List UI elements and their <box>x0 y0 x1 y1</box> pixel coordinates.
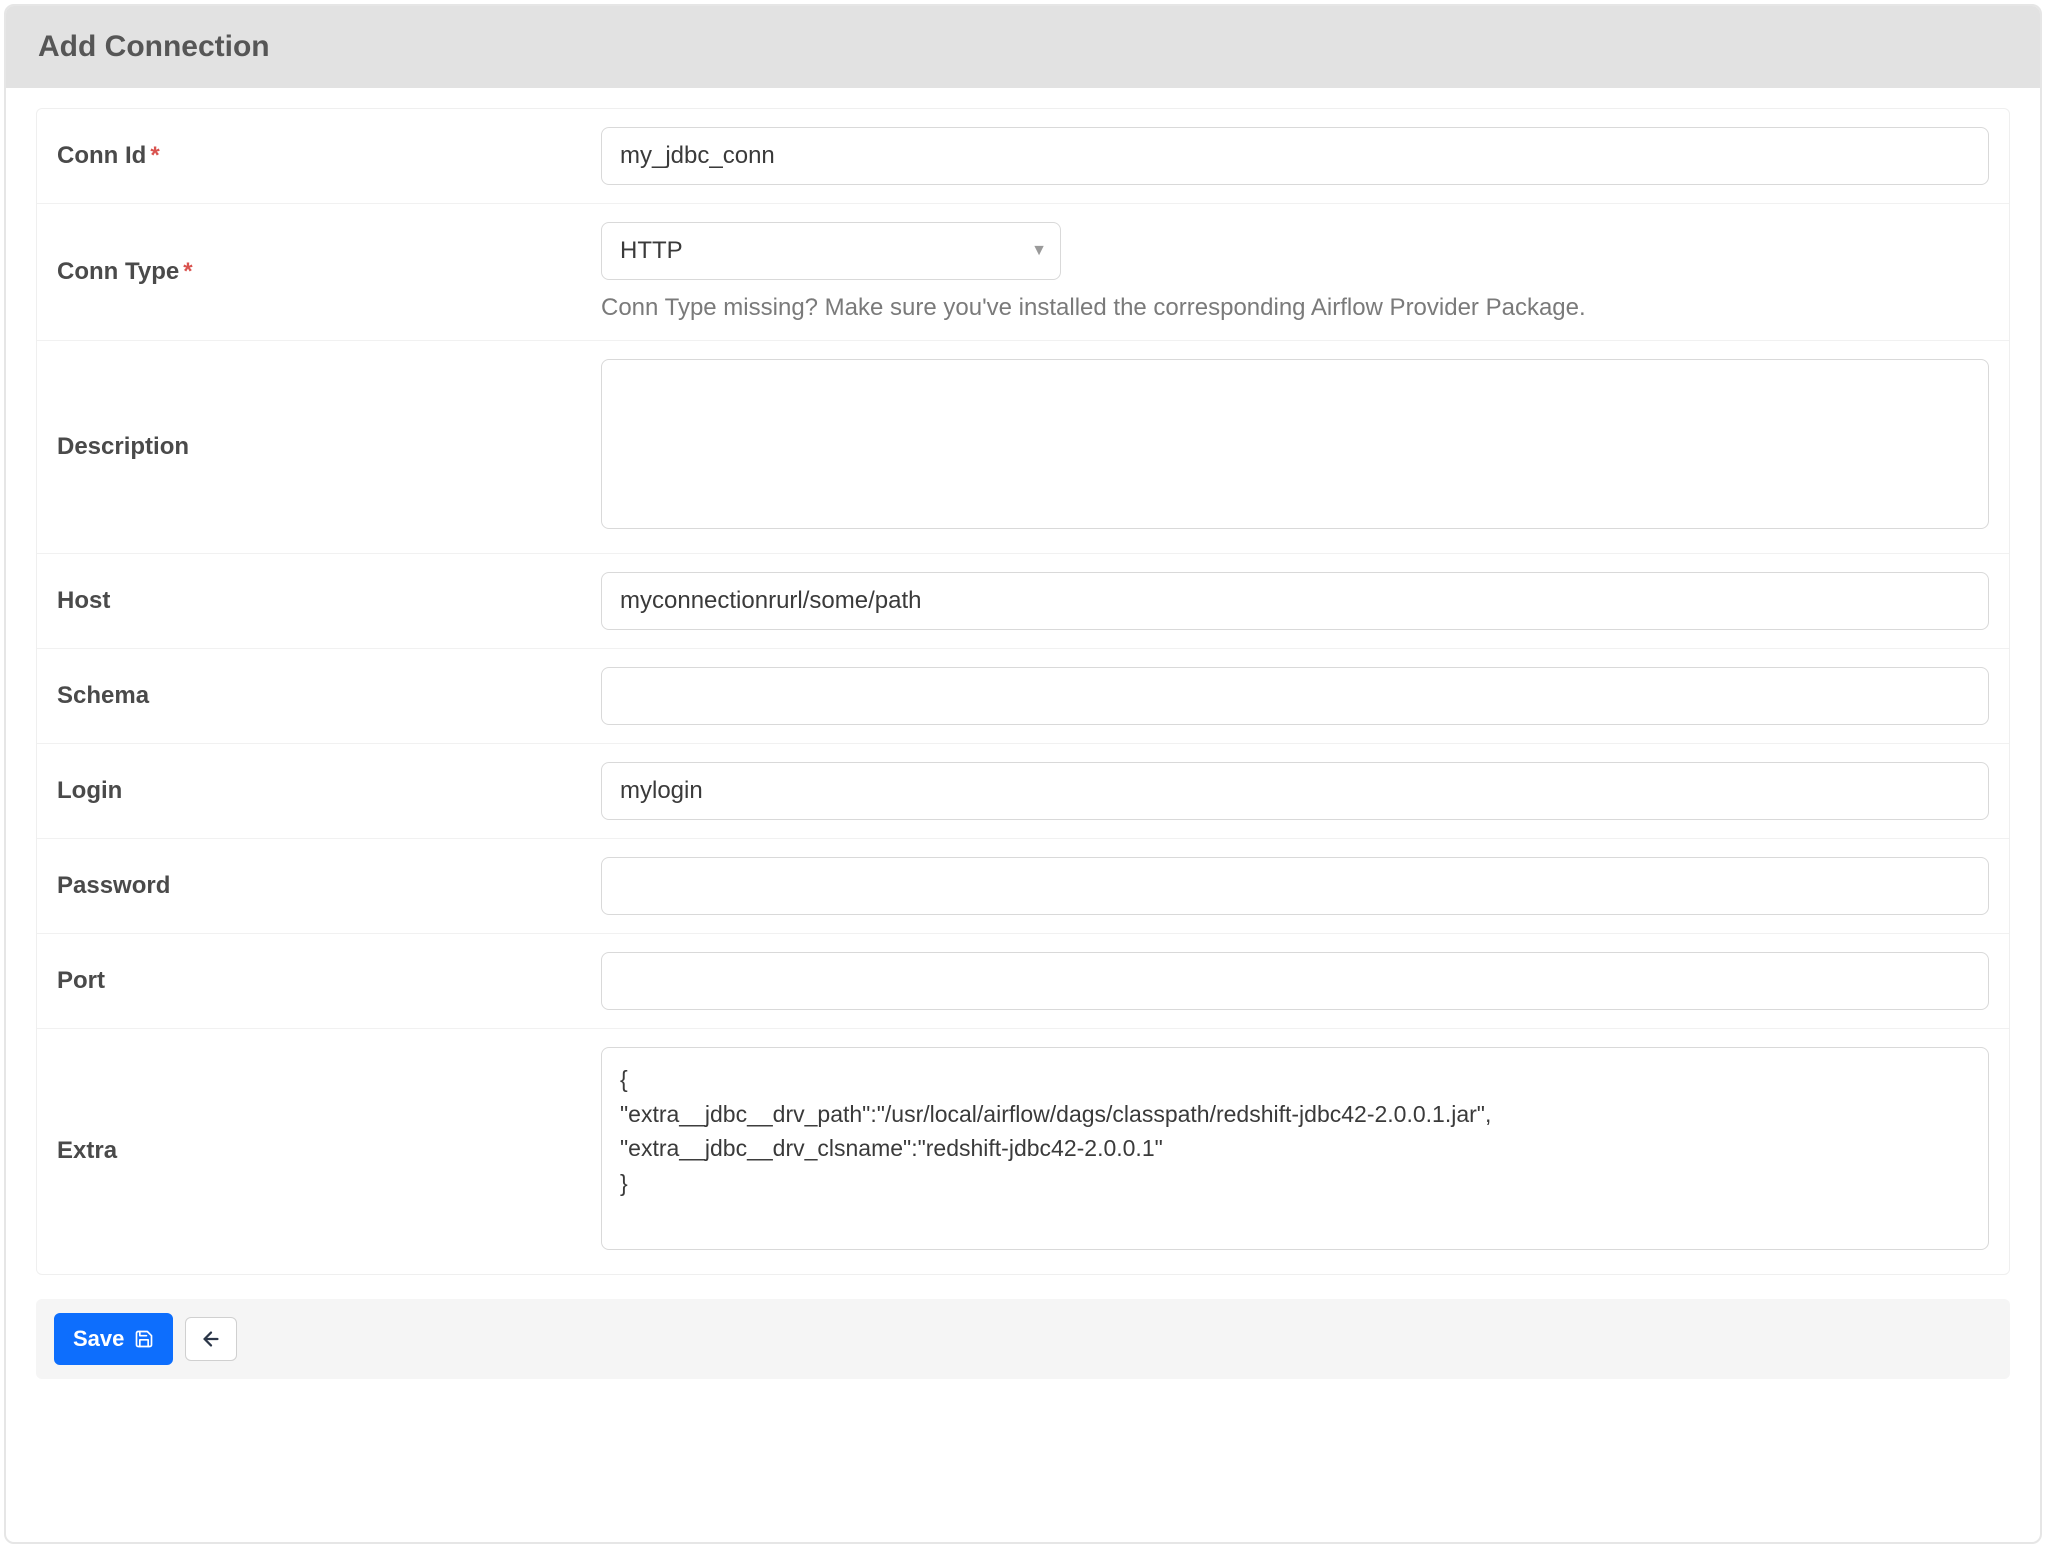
required-marker: * <box>183 258 192 285</box>
panel-header: Add Connection <box>6 6 2040 88</box>
label-description: Description <box>57 433 587 461</box>
panel-title: Add Connection <box>38 30 270 63</box>
password-input[interactable] <box>601 857 1989 915</box>
save-button-label: Save <box>73 1326 124 1352</box>
row-host: Host <box>37 554 2009 649</box>
row-description: Description <box>37 341 2009 554</box>
field-conn-type: HTTP ▼ Conn Type missing? Make sure you'… <box>601 222 1989 322</box>
required-marker: * <box>150 142 159 169</box>
row-schema: Schema <box>37 649 2009 744</box>
host-input[interactable] <box>601 572 1989 630</box>
field-description <box>601 359 1989 535</box>
label-login: Login <box>57 777 587 805</box>
field-conn-id <box>601 127 1989 185</box>
save-icon <box>134 1329 154 1349</box>
field-extra <box>601 1047 1989 1256</box>
form-card: Conn Id* Conn Type* HTTP ▼ Conn Type mis… <box>36 108 2010 1275</box>
conn-type-select[interactable]: HTTP <box>601 222 1061 280</box>
label-conn-type: Conn Type* <box>57 258 587 286</box>
label-schema: Schema <box>57 682 587 710</box>
row-port: Port <box>37 934 2009 1029</box>
row-conn-type: Conn Type* HTTP ▼ Conn Type missing? Mak… <box>37 204 2009 341</box>
save-button[interactable]: Save <box>54 1313 173 1365</box>
label-conn-id-text: Conn Id <box>57 142 146 169</box>
label-conn-id: Conn Id* <box>57 142 587 170</box>
conn-id-input[interactable] <box>601 127 1989 185</box>
page-container: Add Connection Conn Id* Conn Type* HTTP <box>4 4 2042 1544</box>
field-port <box>601 952 1989 1010</box>
form-footer: Save <box>36 1299 2010 1379</box>
row-conn-id: Conn Id* <box>37 109 2009 204</box>
back-button[interactable] <box>185 1317 237 1361</box>
port-input[interactable] <box>601 952 1989 1010</box>
arrow-left-icon <box>200 1328 222 1350</box>
schema-input[interactable] <box>601 667 1989 725</box>
conn-type-selected-value: HTTP <box>620 237 683 264</box>
conn-type-select-wrap: HTTP ▼ <box>601 222 1061 280</box>
row-extra: Extra <box>37 1029 2009 1274</box>
label-port: Port <box>57 967 587 995</box>
row-password: Password <box>37 839 2009 934</box>
field-schema <box>601 667 1989 725</box>
label-conn-type-text: Conn Type <box>57 258 179 285</box>
login-input[interactable] <box>601 762 1989 820</box>
conn-type-help-text: Conn Type missing? Make sure you've inst… <box>601 294 1989 322</box>
label-host: Host <box>57 587 587 615</box>
field-host <box>601 572 1989 630</box>
extra-input[interactable] <box>601 1047 1989 1250</box>
row-login: Login <box>37 744 2009 839</box>
description-input[interactable] <box>601 359 1989 529</box>
field-login <box>601 762 1989 820</box>
label-password: Password <box>57 872 587 900</box>
label-extra: Extra <box>57 1137 587 1165</box>
field-password <box>601 857 1989 915</box>
